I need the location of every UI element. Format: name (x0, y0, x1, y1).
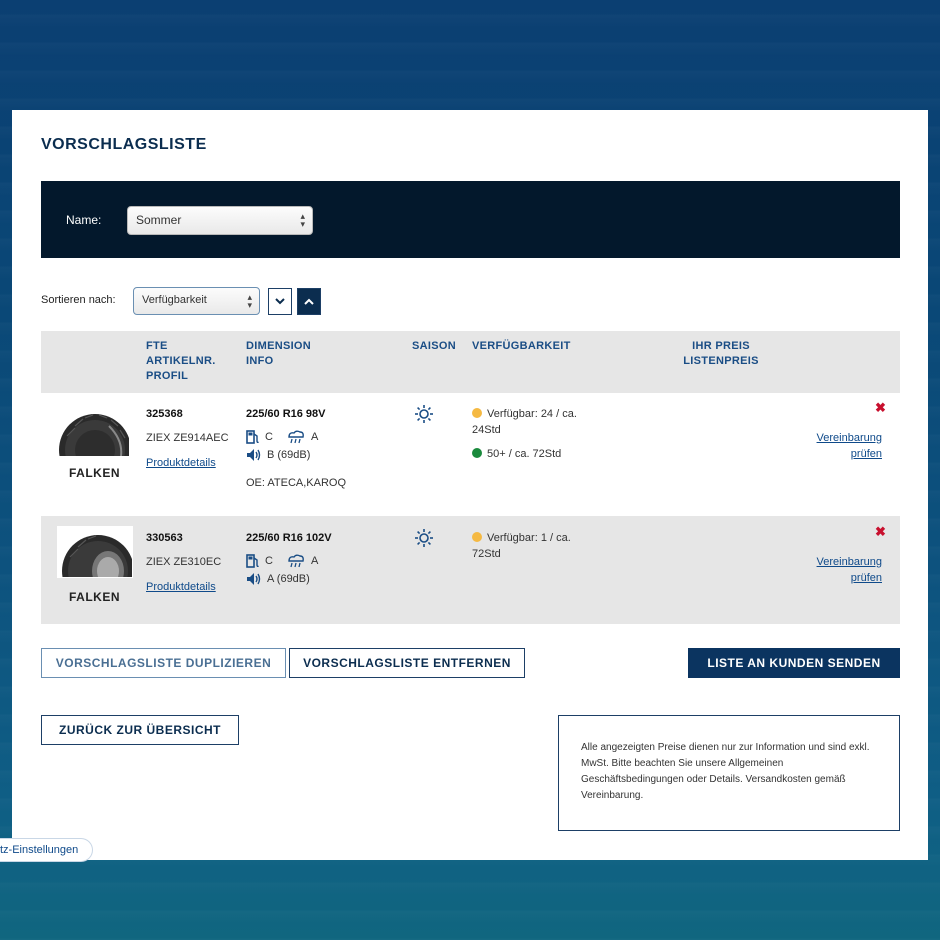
profile-name: ZIEX ZE310EC (146, 556, 222, 568)
name-select-value: Sommer (136, 213, 182, 227)
profile-name: ZIEX ZE914AEC (146, 432, 229, 444)
table-row: FALKEN 330563 ZIEX ZE310EC Produktdetail… (41, 516, 900, 624)
wet-grip-icon (288, 554, 304, 568)
sort-descending-button[interactable] (268, 288, 292, 315)
select-arrows-icon: ▴ ▾ (300, 211, 305, 229)
back-to-overview-button[interactable]: ZURÜCK ZUR ÜBERSICHT (41, 715, 239, 745)
select-arrows-icon: ▴ ▾ (247, 292, 252, 310)
table-header: FTE ARTIKELNR. PROFIL DIMENSION INFO SAI… (41, 331, 900, 393)
sort-select[interactable]: Verfügbarkeit ▴ ▾ (133, 287, 260, 315)
sort-ascending-button[interactable] (297, 288, 321, 315)
wet-grip-rating: A (310, 431, 319, 443)
article-number: 325368 (146, 408, 183, 420)
header-price: IHR PREIS LISTENPREIS (683, 340, 759, 367)
oe-info: OE: ATECA,KAROQ (246, 477, 347, 489)
dimension: 225/60 R16 98V (246, 408, 326, 420)
name-filter-bar: Name: Sommer ▴ ▾ (41, 181, 900, 258)
product-details-link[interactable]: Produktdetails (146, 455, 216, 471)
sort-label: Sortieren nach: (41, 294, 116, 306)
page-title: VORSCHLAGSLISTE (41, 136, 207, 153)
availability-item: Verfügbar: 1 / ca. 72Std (472, 532, 571, 560)
eu-label-info: C A A (69dB) (246, 552, 318, 588)
main-panel: VORSCHLAGSLISTE Name: Sommer ▴ ▾ Sortiere… (12, 110, 928, 860)
availability-dot-icon (472, 408, 482, 418)
brand-name: FALKEN (69, 590, 120, 604)
agreement-check-link[interactable]: Vereinbarung prüfen (806, 554, 882, 586)
cookie-settings-button[interactable]: tz-Einstellungen (0, 838, 94, 862)
noise-rating: A (69dB) (267, 573, 310, 585)
chevron-down-icon (275, 298, 285, 305)
header-article: FTE ARTIKELNR. PROFIL (146, 340, 216, 382)
remove-list-button[interactable]: VORSCHLAGSLISTE ENTFERNEN (289, 648, 525, 678)
header-dimension: DIMENSION INFO (246, 340, 312, 367)
summer-sun-icon (415, 529, 433, 547)
name-label: Name: (66, 213, 102, 227)
availability-dot-icon (472, 448, 482, 458)
tire-image (59, 414, 129, 456)
summer-sun-icon (415, 405, 433, 423)
fuel-pump-icon (246, 430, 259, 444)
noise-speaker-icon (247, 573, 261, 585)
dimension: 225/60 R16 102V (246, 532, 332, 544)
sort-select-value: Verfügbarkeit (142, 294, 207, 306)
availability-item: Verfügbar: 24 / ca. 24Std (472, 408, 577, 436)
product-details-link[interactable]: Produktdetails (146, 579, 216, 595)
eu-label-info: C A B (69dB) (246, 428, 318, 464)
header-availability: VERFÜGBARKEIT (472, 340, 571, 352)
agreement-check-link[interactable]: Vereinbarung prüfen (806, 430, 882, 462)
duplicate-list-button[interactable]: VORSCHLAGSLISTE DUPLIZIEREN (41, 648, 286, 678)
price-notice: Alle angezeigten Preise dienen nur zur I… (558, 715, 900, 831)
article-number: 330563 (146, 532, 183, 544)
fuel-pump-icon (246, 554, 259, 568)
availability-dot-icon (472, 532, 482, 542)
send-to-customer-button[interactable]: LISTE AN KUNDEN SENDEN (688, 648, 900, 678)
wet-grip-rating: A (310, 555, 319, 567)
chevron-up-icon (304, 298, 314, 305)
noise-rating: B (69dB) (267, 449, 311, 461)
remove-item-icon[interactable]: ✖ (875, 524, 886, 540)
remove-item-icon[interactable]: ✖ (875, 400, 886, 416)
header-season: SAISON (412, 340, 456, 352)
noise-speaker-icon (247, 449, 261, 461)
wet-grip-icon (288, 430, 304, 444)
name-select[interactable]: Sommer ▴ ▾ (127, 206, 313, 235)
fuel-rating: C (265, 431, 273, 443)
availability-item: 50+ / ca. 72Std (472, 446, 602, 462)
table-row: FALKEN 325368 ZIEX ZE914AEC Produktdetai… (41, 396, 900, 506)
tire-image-frame (57, 526, 133, 578)
tire-image (62, 535, 132, 577)
brand-name: FALKEN (69, 466, 120, 480)
fuel-rating: C (265, 555, 273, 567)
